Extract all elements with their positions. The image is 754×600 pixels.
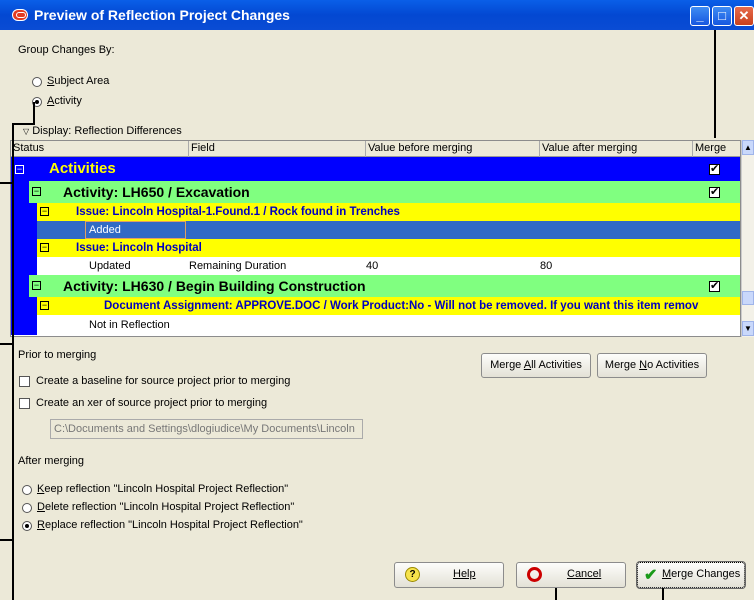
after-label: After merging bbox=[18, 455, 85, 467]
callout-line bbox=[0, 539, 14, 541]
subject-area-label[interactable]: Subject Area bbox=[47, 75, 109, 87]
row-text: Issue: Lincoln Hospital bbox=[76, 242, 202, 254]
group-by-label: Group Changes By: bbox=[18, 44, 115, 56]
row-status: Not in Reflection bbox=[89, 319, 170, 331]
baseline-label[interactable]: Create a baseline for source project pri… bbox=[36, 375, 290, 387]
scroll-up-icon[interactable]: ▲ bbox=[742, 140, 754, 155]
cancel-button[interactable]: Cancel bbox=[516, 562, 626, 588]
row-text: Activity: LH630 / Begin Building Constru… bbox=[63, 278, 366, 294]
callout-line bbox=[0, 182, 14, 184]
row-field: Remaining Duration bbox=[189, 260, 287, 272]
prior-label: Prior to merging bbox=[18, 349, 97, 361]
callout-line bbox=[0, 343, 14, 345]
changes-grid[interactable]: Status Field Value before merging Value … bbox=[10, 140, 741, 337]
close-icon[interactable]: ✕ bbox=[734, 6, 754, 26]
help-button[interactable]: ? Help bbox=[394, 562, 504, 588]
callout-line bbox=[662, 588, 664, 600]
scroll-thumb[interactable] bbox=[742, 291, 754, 305]
scroll-down-icon[interactable]: ▼ bbox=[742, 321, 754, 336]
display-toggle[interactable]: ▽ Display: Reflection Differences bbox=[23, 125, 182, 137]
xer-path-field[interactable]: C:\Documents and Settings\dlogiudice\My … bbox=[50, 419, 363, 439]
row-not-in-reflection[interactable]: Not in Reflection bbox=[11, 315, 740, 335]
xer-checkbox[interactable] bbox=[19, 398, 30, 409]
collapse-icon[interactable]: − bbox=[15, 165, 24, 174]
title-bar: Preview of Reflection Project Changes _ … bbox=[0, 0, 754, 30]
row-text: Activity: LH650 / Excavation bbox=[63, 184, 250, 200]
row-issue-rock[interactable]: − Issue: Lincoln Hospital-1.Found.1 / Ro… bbox=[11, 203, 740, 221]
keep-reflection-radio[interactable] bbox=[22, 485, 32, 495]
row-added[interactable]: Added bbox=[11, 221, 740, 239]
replace-reflection-label[interactable]: Replace reflection "Lincoln Hospital Pro… bbox=[37, 519, 303, 531]
help-icon: ? bbox=[405, 567, 420, 582]
col-merge[interactable]: Merge bbox=[693, 141, 740, 157]
window-title: Preview of Reflection Project Changes bbox=[34, 7, 290, 23]
collapse-icon[interactable]: − bbox=[32, 281, 41, 290]
row-updated[interactable]: Updated Remaining Duration 40 80 bbox=[11, 257, 740, 275]
collapse-icon[interactable]: − bbox=[32, 187, 41, 196]
collapse-icon[interactable]: − bbox=[40, 301, 49, 310]
col-after[interactable]: Value after merging bbox=[540, 141, 693, 157]
row-status: Updated bbox=[89, 260, 131, 272]
dialog-body: Group Changes By: Subject Area Activity … bbox=[0, 30, 754, 600]
row-text: Issue: Lincoln Hospital-1.Found.1 / Rock… bbox=[76, 206, 400, 218]
chevron-down-icon: ▽ bbox=[23, 127, 30, 136]
merge-none-button[interactable]: Merge No Activities bbox=[597, 353, 707, 378]
merge-changes-button[interactable]: ✔ Merge Changes bbox=[636, 561, 746, 589]
callout-line bbox=[33, 102, 35, 125]
collapse-icon[interactable]: − bbox=[40, 243, 49, 252]
merge-checkbox[interactable] bbox=[709, 279, 720, 292]
delete-reflection-radio[interactable] bbox=[22, 503, 32, 513]
grid-header: Status Field Value before merging Value … bbox=[11, 141, 740, 157]
row-text: Document Assignment: APPROVE.DOC / Work … bbox=[104, 300, 699, 312]
checkmark-icon: ✔ bbox=[644, 567, 658, 584]
col-status[interactable]: Status bbox=[11, 141, 189, 157]
row-activity-lh630[interactable]: − Activity: LH630 / Begin Building Const… bbox=[11, 275, 740, 297]
row-status: Added bbox=[89, 224, 121, 236]
callout-line bbox=[13, 123, 35, 125]
merge-checkbox[interactable] bbox=[709, 185, 720, 198]
row-after: 80 bbox=[540, 260, 553, 272]
merge-checkbox[interactable] bbox=[709, 162, 720, 175]
callout-line bbox=[12, 123, 14, 600]
col-before[interactable]: Value before merging bbox=[366, 141, 540, 157]
xer-label[interactable]: Create an xer of source project prior to… bbox=[36, 397, 267, 409]
baseline-checkbox[interactable] bbox=[19, 376, 30, 387]
subject-area-radio[interactable] bbox=[32, 77, 42, 87]
row-issue-lincoln[interactable]: − Issue: Lincoln Hospital bbox=[11, 239, 740, 257]
activity-label[interactable]: Activity bbox=[47, 95, 82, 107]
cancel-icon bbox=[527, 567, 542, 582]
row-before: 40 bbox=[366, 260, 379, 272]
keep-reflection-label[interactable]: Keep reflection "Lincoln Hospital Projec… bbox=[37, 483, 288, 495]
row-document-assignment[interactable]: − Document Assignment: APPROVE.DOC / Wor… bbox=[11, 297, 740, 315]
col-field[interactable]: Field bbox=[189, 141, 366, 157]
callout-line bbox=[714, 30, 716, 138]
minimize-icon[interactable]: _ bbox=[690, 6, 710, 26]
replace-reflection-radio[interactable] bbox=[22, 521, 32, 531]
row-activities[interactable]: − Activities bbox=[11, 157, 740, 181]
collapse-icon[interactable]: − bbox=[40, 207, 49, 216]
delete-reflection-label[interactable]: Delete reflection "Lincoln Hospital Proj… bbox=[37, 501, 294, 513]
maximize-icon[interactable]: □ bbox=[712, 6, 732, 26]
callout-line bbox=[555, 588, 557, 600]
row-activity-lh650[interactable]: − Activity: LH650 / Excavation bbox=[11, 181, 740, 203]
oracle-app-icon bbox=[12, 9, 28, 21]
grid-scrollbar[interactable]: ▲ ▼ bbox=[741, 140, 754, 337]
merge-all-button[interactable]: Merge All Activities bbox=[481, 353, 591, 378]
row-text: Activities bbox=[49, 160, 116, 177]
